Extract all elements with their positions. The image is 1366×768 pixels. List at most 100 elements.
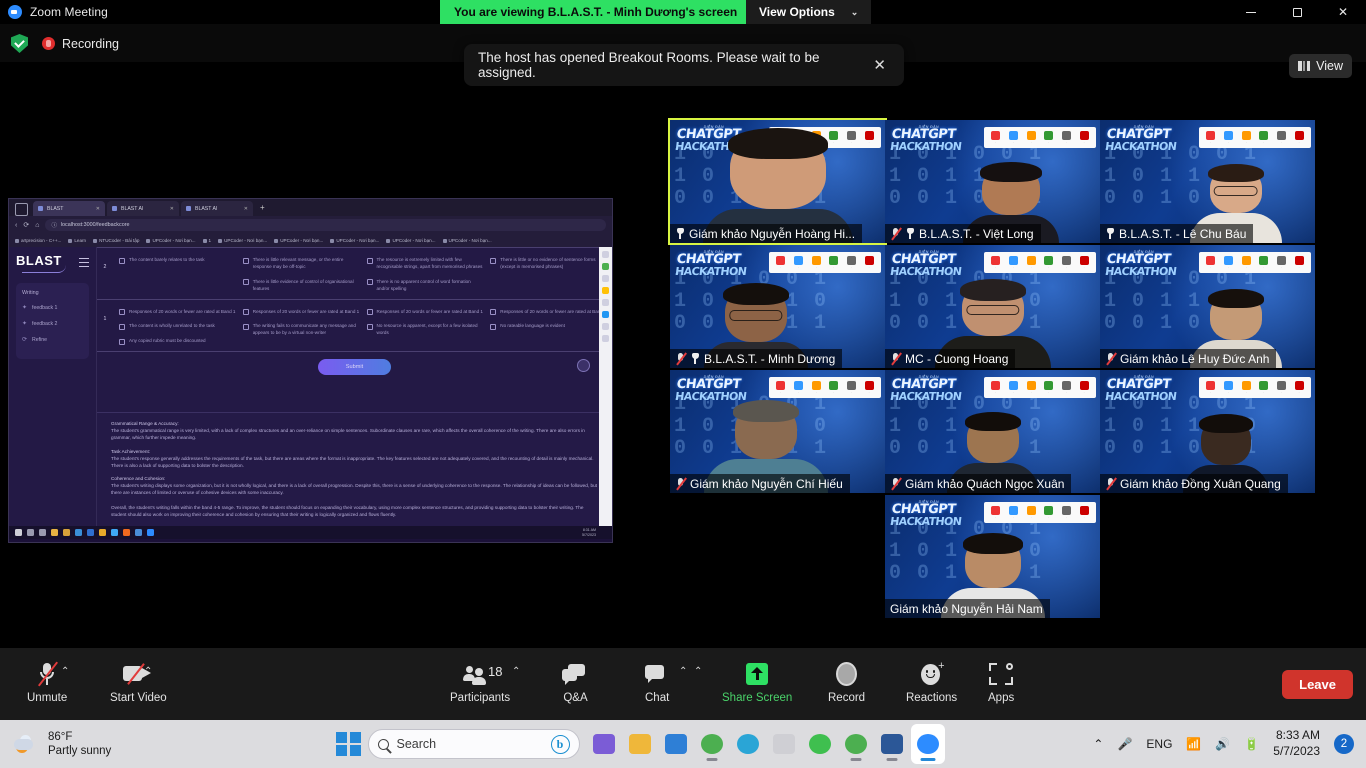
taskbar-app-chrome-profile-n[interactable] bbox=[695, 724, 729, 764]
rubric-option[interactable]: The resource is extremely limited with f… bbox=[366, 257, 485, 271]
search-input[interactable]: Search b bbox=[367, 729, 580, 759]
checkbox[interactable] bbox=[490, 323, 497, 330]
search-icon[interactable] bbox=[27, 529, 34, 536]
bookmark-item[interactable]: UPCoder - Nơi bạn... bbox=[218, 238, 267, 243]
taskbar-app-word[interactable] bbox=[875, 724, 909, 764]
sidebar-item-feedback-1[interactable]: ✦ feedback 1 bbox=[22, 304, 83, 312]
extension-icon[interactable] bbox=[602, 299, 609, 306]
checkbox[interactable] bbox=[366, 257, 373, 264]
chrome-icon[interactable] bbox=[99, 529, 106, 536]
checkbox[interactable] bbox=[490, 309, 497, 316]
rubric-option[interactable]: Responses of 20 words or fewer are rated… bbox=[119, 309, 237, 316]
taskbar-app-mail[interactable] bbox=[659, 724, 693, 764]
checkbox[interactable] bbox=[242, 257, 249, 264]
checkbox[interactable] bbox=[119, 309, 125, 316]
speaker-icon[interactable]: 🔊 bbox=[1215, 737, 1230, 751]
leave-button[interactable]: Leave bbox=[1282, 670, 1353, 699]
close-icon[interactable]: ✕ bbox=[869, 56, 890, 74]
extension-icon[interactable] bbox=[602, 263, 609, 270]
rubric-option[interactable]: No resource is apparent, except for a fe… bbox=[366, 323, 485, 337]
vscode-icon[interactable] bbox=[123, 529, 130, 536]
browser-tab[interactable]: BLAST AI ✕ bbox=[107, 201, 179, 216]
bookmark-item[interactable]: Learn bbox=[68, 238, 86, 243]
participant-tile[interactable]: 1 0 1 0 0 1 1 0 1 1 1 0 0 0 1 0 1 1DIỄN … bbox=[670, 245, 885, 368]
rubric-option[interactable]: Responses of 20 words or fewer are rated… bbox=[490, 309, 608, 316]
checkbox[interactable] bbox=[242, 309, 249, 316]
bookmark-item[interactable]: NTUCoder - Bài tập bbox=[93, 238, 139, 243]
control-start-video[interactable]: Start Video bbox=[110, 659, 167, 704]
hamburger-icon[interactable] bbox=[79, 258, 89, 270]
taskbar-app-chrome-profile-f[interactable] bbox=[839, 724, 873, 764]
windows-start-icon[interactable] bbox=[336, 731, 361, 757]
extension-icon[interactable] bbox=[602, 275, 609, 282]
taskbar-app-file-explorer[interactable] bbox=[623, 724, 657, 764]
taskbar-app-unikey[interactable] bbox=[803, 724, 837, 764]
microphone-icon[interactable]: 🎤 bbox=[1117, 737, 1132, 751]
checkbox[interactable] bbox=[366, 323, 373, 330]
task-view-icon[interactable] bbox=[39, 529, 46, 536]
close-icon[interactable]: ✕ bbox=[96, 206, 100, 212]
start-icon[interactable] bbox=[15, 529, 22, 536]
control-qa[interactable]: Q&A bbox=[562, 659, 589, 704]
browser-tab[interactable]: BLAST AI ✕ bbox=[181, 201, 253, 216]
chevron-up-icon[interactable]: ⌃ bbox=[694, 666, 702, 677]
wifi-icon[interactable]: 📶 bbox=[1186, 737, 1201, 751]
checkbox[interactable] bbox=[242, 279, 249, 286]
rubric-option[interactable]: There is little evidence of control of o… bbox=[242, 279, 361, 293]
rubric-option[interactable]: The content barely relates to the task bbox=[119, 257, 237, 264]
participant-tile[interactable]: 1 0 1 0 0 1 1 0 1 1 1 0 0 0 1 0 1 1DIỄN … bbox=[1100, 370, 1315, 493]
url-input[interactable]: ⓘ localhost:3000/feedbackcore bbox=[45, 219, 606, 231]
rubric-option[interactable]: Responses of 20 words or fewer are rated… bbox=[242, 309, 361, 316]
taskbar-clock[interactable]: 8:33 AM 5/7/2023 bbox=[1273, 728, 1320, 759]
app-icon[interactable] bbox=[135, 529, 142, 536]
shield-check-icon[interactable] bbox=[11, 34, 28, 53]
minimize-button[interactable] bbox=[1228, 0, 1274, 24]
control-reactions[interactable]: + Reactions bbox=[906, 659, 957, 705]
bookmark-item[interactable]: UPCoder - Nơi bạn... bbox=[386, 238, 435, 243]
checkbox[interactable] bbox=[119, 257, 125, 264]
extension-icon[interactable] bbox=[602, 251, 609, 258]
control-apps[interactable]: Apps bbox=[988, 659, 1014, 704]
rubric-option[interactable]: The writing fails to communicate any mes… bbox=[242, 323, 361, 337]
home-icon[interactable]: ⌂ bbox=[35, 222, 39, 229]
view-layout-button[interactable]: View bbox=[1289, 54, 1352, 78]
taskbar-app-microsoft-edge[interactable] bbox=[731, 724, 765, 764]
chevron-up-icon[interactable]: ⌃ bbox=[679, 666, 687, 677]
bookmark-item[interactable]: UPCoder - Nơi bạn... bbox=[146, 238, 195, 243]
extension-icon[interactable] bbox=[602, 311, 609, 318]
rubric-option[interactable]: Any copied rubric must be discounted bbox=[119, 338, 237, 345]
participant-tile[interactable]: 1 0 1 0 0 1 1 0 1 1 1 0 0 0 1 0 1 1DIỄN … bbox=[1100, 120, 1315, 243]
taskbar-app-pdf-editor[interactable] bbox=[767, 724, 801, 764]
rubric-option[interactable]: The content is wholly unrelated to the t… bbox=[119, 323, 237, 330]
browser-tab[interactable]: BLAST ✕ bbox=[33, 201, 105, 216]
chevron-up-icon[interactable]: ⌃ bbox=[61, 666, 69, 677]
participant-tile[interactable]: 1 0 1 0 0 1 1 0 1 1 1 0 0 0 1 0 1 1DIỄN … bbox=[885, 245, 1100, 368]
close-icon[interactable]: ✕ bbox=[170, 206, 174, 212]
view-options-button[interactable]: View Options ⌄ bbox=[746, 0, 872, 24]
chevron-up-icon[interactable]: ⌃ bbox=[512, 666, 520, 677]
bookmark-item[interactable]: artprecision - C++... bbox=[15, 238, 61, 243]
language-indicator[interactable]: ENG bbox=[1146, 737, 1172, 751]
checkbox[interactable] bbox=[490, 257, 497, 264]
participant-tile[interactable]: 1 0 1 0 0 1 1 0 1 1 1 0 0 0 1 0 1 1DIỄN … bbox=[885, 120, 1100, 243]
participant-tile[interactable]: 1 0 1 0 0 1 1 0 1 1 1 0 0 0 1 0 1 1DIỄN … bbox=[668, 118, 887, 245]
checkbox[interactable] bbox=[119, 338, 125, 345]
maximize-button[interactable] bbox=[1274, 0, 1320, 24]
chevron-up-icon[interactable]: ⌃ bbox=[1093, 737, 1103, 751]
sidebar-item-feedback-2[interactable]: ✦ feedback 2 bbox=[22, 320, 83, 328]
close-button[interactable]: ✕ bbox=[1320, 0, 1366, 24]
notes-icon[interactable] bbox=[63, 529, 70, 536]
bookmark-item[interactable]: UPCoder - Nơi bạn... bbox=[330, 238, 379, 243]
telegram-icon[interactable] bbox=[75, 529, 82, 536]
taskbar-app-zoom-workplace[interactable] bbox=[587, 724, 621, 764]
folder-icon[interactable] bbox=[51, 529, 58, 536]
bookmark-item[interactable]: UPCoder - Nơi bạn... bbox=[274, 238, 323, 243]
participant-tile[interactable]: 1 0 1 0 0 1 1 0 1 1 1 0 0 0 1 0 1 1DIỄN … bbox=[1100, 245, 1315, 368]
rubric-option[interactable]: There is little relevant message, or the… bbox=[242, 257, 361, 271]
control-participants[interactable]: 18 Participants bbox=[450, 659, 510, 704]
edge-icon[interactable] bbox=[111, 529, 118, 536]
participant-tile[interactable]: 1 0 1 0 0 1 1 0 1 1 1 0 0 0 1 0 1 1DIỄN … bbox=[885, 370, 1100, 493]
notification-badge[interactable]: 2 bbox=[1334, 734, 1354, 754]
control-chat[interactable]: Chat bbox=[645, 659, 669, 704]
reload-icon[interactable]: ⟳ bbox=[23, 221, 29, 229]
